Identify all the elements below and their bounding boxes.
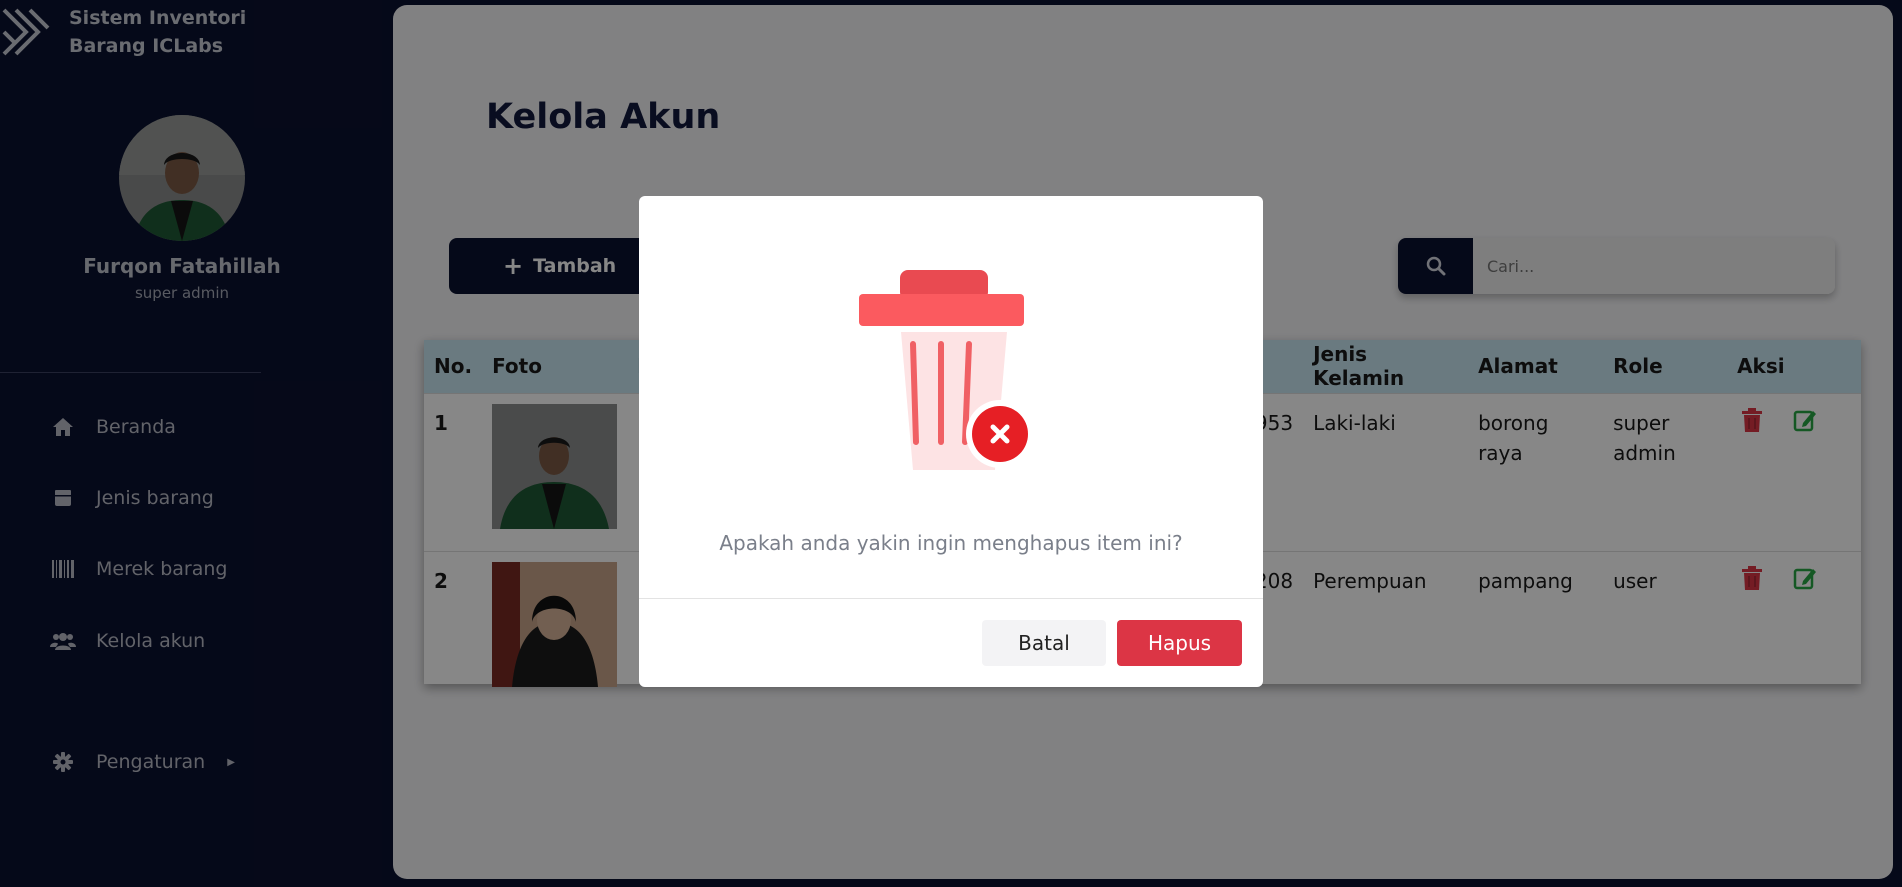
trash-delete-illustration-icon: [859, 270, 1034, 470]
modal-divider: [639, 598, 1263, 599]
delete-button[interactable]: Hapus: [1117, 620, 1242, 666]
delete-confirm-modal: Apakah anda yakin ingin menghapus item i…: [639, 196, 1263, 687]
modal-message: Apakah anda yakin ingin menghapus item i…: [719, 531, 1183, 555]
cancel-button[interactable]: Batal: [982, 620, 1106, 666]
